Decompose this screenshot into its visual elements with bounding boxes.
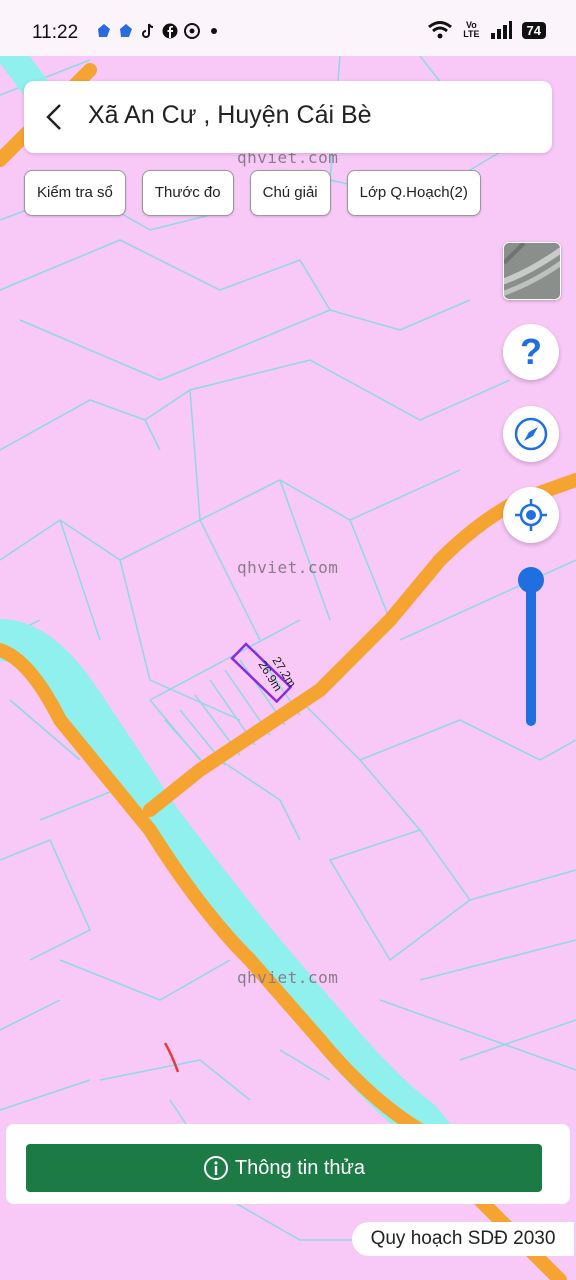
satellite-layer-icon xyxy=(504,243,560,299)
app-notification-icon xyxy=(98,24,110,37)
watermark-bottom: qhviet.com xyxy=(237,968,339,987)
crosshair-location-icon xyxy=(515,499,547,531)
more-notifications-dot-icon xyxy=(211,28,217,34)
facebook-icon xyxy=(162,23,178,39)
help-icon: ? xyxy=(520,331,542,372)
chrome-icon xyxy=(184,23,200,39)
zoom-slider-track[interactable] xyxy=(526,580,536,726)
measure-button[interactable]: Thước đo xyxy=(141,170,234,216)
planning-layer-button[interactable]: Lớp Q.Hoạch(2) xyxy=(346,170,481,216)
help-button[interactable]: ? xyxy=(503,324,559,380)
compass-button[interactable] xyxy=(503,406,559,462)
info-icon xyxy=(203,1156,228,1180)
parcel-info-label: Thông tin thửa xyxy=(234,1156,366,1179)
parcel-info-button[interactable]: Thông tin thửa xyxy=(26,1144,542,1192)
volte-indicator: Vo LTE xyxy=(463,20,480,39)
status-bar: 11:22 Vo LTE 74 xyxy=(0,0,576,56)
notification-icons xyxy=(96,23,222,39)
signal-icon xyxy=(490,21,512,39)
watermark-middle: qhviet.com xyxy=(237,558,339,577)
app-notification-icon xyxy=(120,24,132,37)
planning-label-badge[interactable]: Quy hoạch SDĐ 2030 xyxy=(352,1222,574,1256)
tiktok-icon xyxy=(142,23,154,38)
zoom-slider-handle[interactable] xyxy=(518,567,544,593)
my-location-button[interactable] xyxy=(503,487,559,543)
bottom-panel: Thông tin thửa xyxy=(6,1124,570,1204)
location-header: Xã An Cư , Huyện Cái Bè xyxy=(24,81,552,153)
legend-button[interactable]: Chú giải xyxy=(249,170,331,216)
back-arrow-icon[interactable] xyxy=(42,103,68,131)
check-book-button[interactable]: Kiểm tra sổ xyxy=(24,170,126,216)
compass-icon xyxy=(514,417,548,451)
battery-level: 74 xyxy=(521,21,546,39)
basemap-toggle[interactable] xyxy=(503,242,561,300)
status-right: Vo LTE 74 xyxy=(427,20,546,40)
location-title: Xã An Cư , Huyện Cái Bè xyxy=(88,101,372,129)
status-time: 11:22 xyxy=(32,22,79,43)
wifi-icon xyxy=(428,21,453,39)
map-canvas[interactable]: 27.2m 26.9m xyxy=(0,56,576,1280)
toolbar-chips: Kiểm tra sổ Thước đo Chú giải Lớp Q.Hoạc… xyxy=(24,170,481,216)
